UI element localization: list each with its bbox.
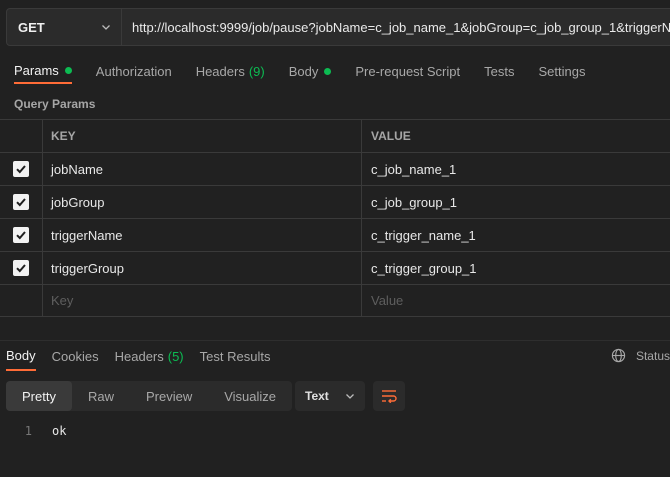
params-indicator-dot: [64, 66, 72, 74]
tab-body[interactable]: Body: [289, 58, 332, 84]
format-select[interactable]: Text: [295, 381, 365, 411]
check-cell: [0, 186, 43, 218]
new-key-input[interactable]: Key: [43, 285, 362, 316]
tab-body-label: Body: [288, 63, 319, 79]
column-header-value: VALUE: [371, 129, 411, 143]
response-line: ok: [52, 424, 67, 438]
view-raw-button[interactable]: Raw: [72, 381, 130, 411]
response-headers-count: (5): [167, 349, 184, 364]
param-key[interactable]: triggerGroup: [43, 252, 362, 284]
table-row: triggerName c_trigger_name_1: [0, 218, 670, 251]
tab-headers[interactable]: Headers (9): [196, 58, 265, 84]
response-tabs: Body Cookies Headers (5) Test Results: [0, 340, 670, 372]
wrap-lines-icon: [382, 390, 397, 403]
param-value[interactable]: c_job_group_1: [362, 186, 670, 218]
method-select[interactable]: GET: [6, 8, 122, 46]
view-pretty-button[interactable]: Pretty: [6, 381, 72, 411]
check-cell: [0, 219, 43, 251]
table-row: jobGroup c_job_group_1: [0, 185, 670, 218]
wrap-lines-button[interactable]: [373, 381, 405, 411]
check-cell: [0, 153, 43, 185]
column-header-key: KEY: [43, 120, 362, 152]
response-tab-headers-label: Headers: [114, 349, 164, 364]
param-value[interactable]: c_trigger_group_1: [362, 252, 670, 284]
new-value-input[interactable]: Value: [362, 285, 670, 316]
query-params-title: Query Params: [14, 97, 96, 111]
url-input[interactable]: http://localhost:9999/job/pause?jobName=…: [122, 8, 670, 46]
table-header: KEY VALUE: [0, 119, 670, 152]
tab-prerequest-script[interactable]: Pre-request Script: [355, 58, 460, 84]
response-status: Status: [611, 348, 670, 363]
response-tab-cookies[interactable]: Cookies: [52, 343, 99, 371]
globe-icon[interactable]: [611, 348, 626, 363]
chevron-down-icon: [346, 394, 354, 399]
view-visualize-button[interactable]: Visualize: [208, 381, 292, 411]
checkmark-icon: [16, 264, 26, 273]
tab-params-label: Params: [14, 62, 59, 78]
header-check-cell: [0, 120, 43, 152]
check-cell: [0, 252, 43, 284]
table-row-new: Key Value: [0, 284, 670, 317]
response-tab-body[interactable]: Body: [6, 343, 36, 371]
response-tab-headers[interactable]: Headers (5): [115, 343, 184, 371]
chevron-down-icon: [102, 25, 110, 30]
param-value[interactable]: c_trigger_name_1: [362, 219, 670, 251]
response-body: 1 ok: [0, 424, 67, 438]
method-label: GET: [18, 19, 45, 35]
tab-settings[interactable]: Settings: [538, 58, 585, 84]
param-key[interactable]: jobGroup: [43, 186, 362, 218]
param-key[interactable]: jobName: [43, 153, 362, 185]
tab-headers-label: Headers: [195, 63, 245, 79]
check-cell: [0, 285, 43, 316]
url-bar: GET http://localhost:9999/job/pause?jobN…: [6, 8, 670, 46]
param-key[interactable]: triggerName: [43, 219, 362, 251]
format-label: Text: [305, 389, 329, 403]
response-view-toggle: Pretty Raw Preview Visualize: [6, 381, 293, 411]
body-indicator-dot: [324, 67, 332, 75]
table-row: triggerGroup c_trigger_group_1: [0, 251, 670, 284]
param-value[interactable]: c_job_name_1: [362, 153, 670, 185]
view-preview-button[interactable]: Preview: [130, 381, 208, 411]
table-row: jobName c_job_name_1: [0, 152, 670, 185]
tab-params[interactable]: Params: [14, 58, 72, 84]
tab-tests[interactable]: Tests: [484, 58, 514, 84]
request-tabs: Params Authorization Headers (9) Body Pr…: [0, 58, 585, 86]
param-checkbox[interactable]: [13, 227, 29, 243]
response-tab-test-results[interactable]: Test Results: [200, 343, 271, 371]
param-checkbox[interactable]: [13, 260, 29, 276]
param-checkbox[interactable]: [13, 194, 29, 210]
checkmark-icon: [16, 231, 26, 240]
tab-authorization[interactable]: Authorization: [96, 58, 172, 84]
query-params-table: KEY VALUE jobName c_job_name_1 jobGroup …: [0, 119, 670, 317]
line-number: 1: [24, 424, 32, 438]
status-label: Status: [635, 348, 670, 363]
headers-count: (9): [248, 63, 265, 79]
param-checkbox[interactable]: [13, 161, 29, 177]
checkmark-icon: [16, 165, 26, 174]
checkmark-icon: [16, 198, 26, 207]
